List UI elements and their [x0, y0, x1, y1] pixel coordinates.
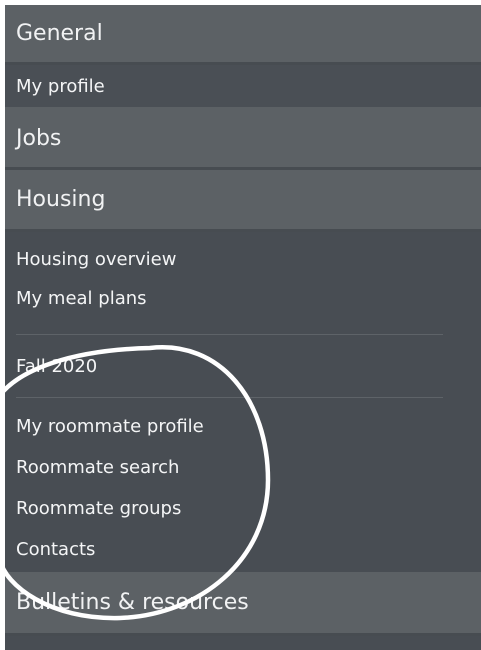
section-header-general[interactable]: General	[5, 5, 481, 65]
sidebar-item-label: My meal plans	[16, 287, 147, 309]
section-header-label: Bulletins & resources	[16, 590, 249, 615]
sidebar-item-contacts[interactable]: Contacts	[5, 529, 481, 570]
sidebar-item-label: Contacts	[16, 539, 96, 560]
sidebar-item-roommate-groups[interactable]: Roommate groups	[5, 488, 481, 529]
section-header-label: Housing	[16, 187, 106, 212]
housing-items: Housing overview My meal plans Fall 2020…	[5, 232, 481, 570]
sidebar-item-label: My roommate profile	[16, 416, 204, 437]
sidebar-item-roommate-search[interactable]: Roommate search	[5, 447, 481, 488]
sidebar-item-label: Roommate search	[16, 457, 180, 478]
sidebar-item-housing-overview[interactable]: Housing overview	[5, 232, 481, 278]
sidebar-nav: General My profile Jobs Housing Housing …	[5, 5, 481, 650]
sidebar-item-my-meal-plans[interactable]: My meal plans	[5, 278, 481, 318]
section-header-housing[interactable]: Housing	[5, 170, 481, 232]
sidebar-item-my-profile[interactable]: My profile	[5, 65, 481, 107]
term-label: Fall 2020	[5, 335, 481, 397]
sidebar-item-my-roommate-profile[interactable]: My roommate profile	[5, 406, 481, 447]
general-items: My profile	[5, 65, 481, 107]
term-label-text: Fall 2020	[16, 355, 98, 377]
section-header-bulletins[interactable]: Bulletins & resources	[5, 572, 481, 636]
section-header-jobs[interactable]: Jobs	[5, 107, 481, 170]
sidebar-item-label: My profile	[16, 75, 105, 97]
section-header-label: Jobs	[16, 125, 62, 151]
sidebar-item-label: Housing overview	[16, 248, 177, 270]
sidebar-item-label: Roommate groups	[16, 498, 182, 519]
section-header-label: General	[16, 21, 103, 46]
